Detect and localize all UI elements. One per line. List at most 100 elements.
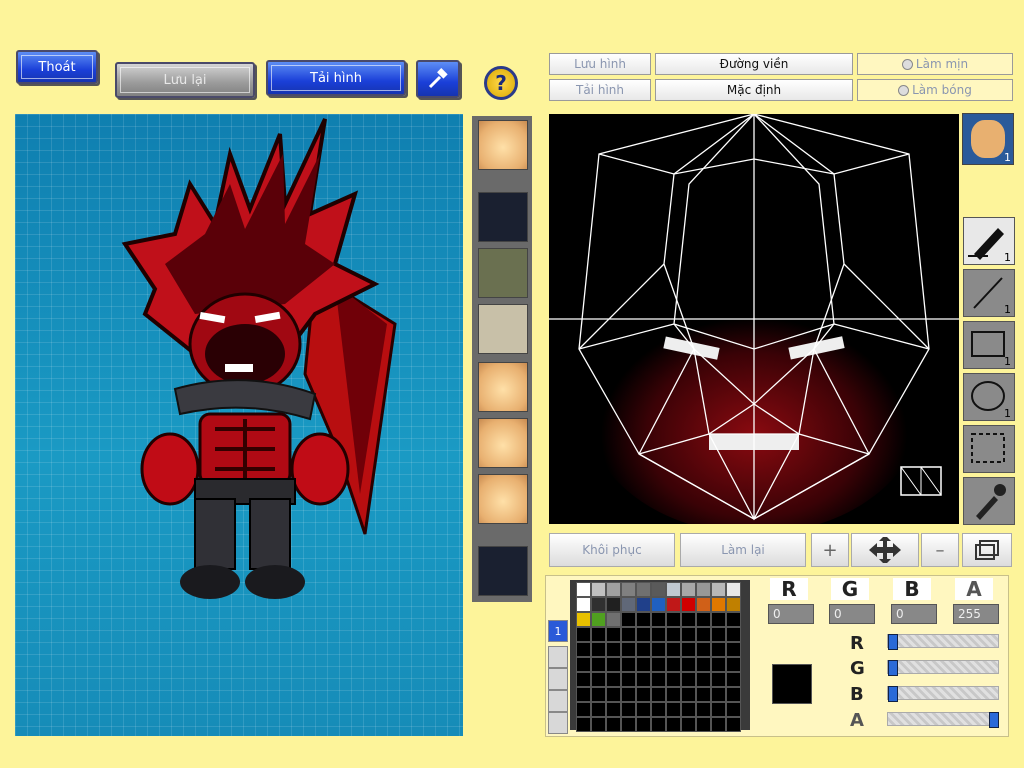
palette-swatch[interactable] — [651, 597, 666, 612]
load-image-small-button[interactable]: Tải hình — [549, 79, 651, 101]
palette-empty-cell[interactable] — [636, 627, 651, 642]
default-button[interactable]: Mặc định — [655, 79, 853, 101]
palette-empty-cell[interactable] — [606, 717, 621, 732]
palette-swatch[interactable] — [591, 597, 606, 612]
palette-empty-cell[interactable] — [651, 702, 666, 717]
palette-empty-cell[interactable] — [711, 687, 726, 702]
palette-empty-cell[interactable] — [681, 702, 696, 717]
save-button[interactable]: Lưu lại — [115, 62, 255, 98]
palette-swatch[interactable] — [681, 582, 696, 597]
palette-empty-cell[interactable] — [681, 657, 696, 672]
palette-empty-cell[interactable] — [726, 687, 741, 702]
palette-empty-cell[interactable] — [711, 672, 726, 687]
gloss-option[interactable]: Làm bóng — [857, 79, 1013, 101]
b-slider-thumb[interactable] — [888, 686, 898, 702]
palette-empty-cell[interactable] — [591, 657, 606, 672]
palette-empty-cell[interactable] — [651, 672, 666, 687]
b-value-field[interactable]: 0 — [891, 604, 937, 624]
palette-empty-cell[interactable] — [696, 627, 711, 642]
palette-empty-cell[interactable] — [591, 702, 606, 717]
palette-empty-cell[interactable] — [666, 612, 681, 627]
palette-swatch[interactable] — [636, 597, 651, 612]
palette-empty-cell[interactable] — [696, 717, 711, 732]
palette-empty-cell[interactable] — [606, 687, 621, 702]
palette-empty-cell[interactable] — [726, 612, 741, 627]
palette-swatch[interactable] — [621, 582, 636, 597]
palette-empty-cell[interactable] — [681, 687, 696, 702]
palette-empty-cell[interactable] — [606, 657, 621, 672]
layer-button[interactable] — [962, 533, 1012, 567]
eyedropper-tool[interactable] — [963, 477, 1015, 525]
palette-swatch[interactable] — [711, 582, 726, 597]
palette-empty-cell[interactable] — [666, 642, 681, 657]
palette-swatch[interactable] — [606, 582, 621, 597]
palette-swatch[interactable] — [681, 597, 696, 612]
face-editor-canvas[interactable] — [549, 114, 959, 524]
palette-empty-cell[interactable] — [711, 702, 726, 717]
a-channel-label[interactable]: A — [955, 577, 993, 601]
palette-swatch[interactable] — [591, 612, 606, 627]
palette-swatch[interactable] — [666, 597, 681, 612]
palette-empty-cell[interactable] — [591, 627, 606, 642]
palette-swatch[interactable] — [606, 597, 621, 612]
line-tool[interactable]: 1 — [963, 269, 1015, 317]
r-slider-thumb[interactable] — [888, 634, 898, 650]
palette-empty-cell[interactable] — [681, 627, 696, 642]
palette-swatch[interactable] — [591, 582, 606, 597]
palette-empty-cell[interactable] — [621, 672, 636, 687]
smooth-radio[interactable] — [901, 58, 913, 70]
palette-empty-cell[interactable] — [666, 717, 681, 732]
palette-empty-cell[interactable] — [711, 642, 726, 657]
move-button[interactable] — [851, 533, 919, 567]
palette-swatch[interactable] — [726, 582, 741, 597]
palette-empty-cell[interactable] — [726, 672, 741, 687]
palette-empty-cell[interactable] — [681, 642, 696, 657]
palette-swatch[interactable] — [606, 612, 621, 627]
palette-swatch[interactable] — [576, 597, 591, 612]
character-stage[interactable] — [15, 114, 463, 736]
load-image-button[interactable]: Tải hình — [266, 60, 406, 96]
palette-empty-cell[interactable] — [606, 627, 621, 642]
part-head-3[interactable] — [478, 248, 528, 298]
palette-empty-cell[interactable] — [696, 672, 711, 687]
palette-empty-cell[interactable] — [591, 672, 606, 687]
palette-empty-cell[interactable] — [726, 627, 741, 642]
palette-empty-cell[interactable] — [576, 672, 591, 687]
palette-tab-2[interactable] — [548, 646, 568, 668]
outline-button[interactable]: Đường viền — [655, 53, 853, 75]
rect-tool[interactable]: 1 — [963, 321, 1015, 369]
palette-empty-cell[interactable] — [651, 717, 666, 732]
palette-empty-cell[interactable] — [711, 612, 726, 627]
a-slider[interactable] — [887, 712, 999, 728]
palette-empty-cell[interactable] — [606, 672, 621, 687]
palette-empty-cell[interactable] — [621, 717, 636, 732]
palette-empty-cell[interactable] — [606, 702, 621, 717]
redo-button[interactable]: Làm lại — [680, 533, 806, 567]
part-body-4[interactable] — [478, 304, 528, 354]
palette-empty-cell[interactable] — [621, 642, 636, 657]
restore-button[interactable]: Khôi phục — [549, 533, 675, 567]
palette-empty-cell[interactable] — [576, 717, 591, 732]
palette-empty-cell[interactable] — [726, 702, 741, 717]
g-value-field[interactable]: 0 — [829, 604, 875, 624]
palette-swatch[interactable] — [726, 597, 741, 612]
palette-empty-cell[interactable] — [696, 702, 711, 717]
palette-swatch[interactable] — [666, 582, 681, 597]
palette-empty-cell[interactable] — [636, 642, 651, 657]
g-slider-thumb[interactable] — [888, 660, 898, 676]
palette-empty-cell[interactable] — [696, 657, 711, 672]
palette-empty-cell[interactable] — [651, 642, 666, 657]
palette-empty-cell[interactable] — [591, 717, 606, 732]
help-button[interactable]: ? — [484, 66, 518, 100]
color-palette[interactable] — [570, 580, 750, 732]
palette-empty-cell[interactable] — [576, 627, 591, 642]
palette-empty-cell[interactable] — [666, 672, 681, 687]
palette-empty-cell[interactable] — [681, 612, 696, 627]
b-slider[interactable] — [887, 686, 999, 702]
g-slider[interactable] — [887, 660, 999, 676]
palette-empty-cell[interactable] — [711, 627, 726, 642]
palette-swatch[interactable] — [576, 582, 591, 597]
palette-empty-cell[interactable] — [576, 702, 591, 717]
palette-swatch[interactable] — [696, 582, 711, 597]
palette-tab-1[interactable]: 1 — [548, 620, 568, 642]
